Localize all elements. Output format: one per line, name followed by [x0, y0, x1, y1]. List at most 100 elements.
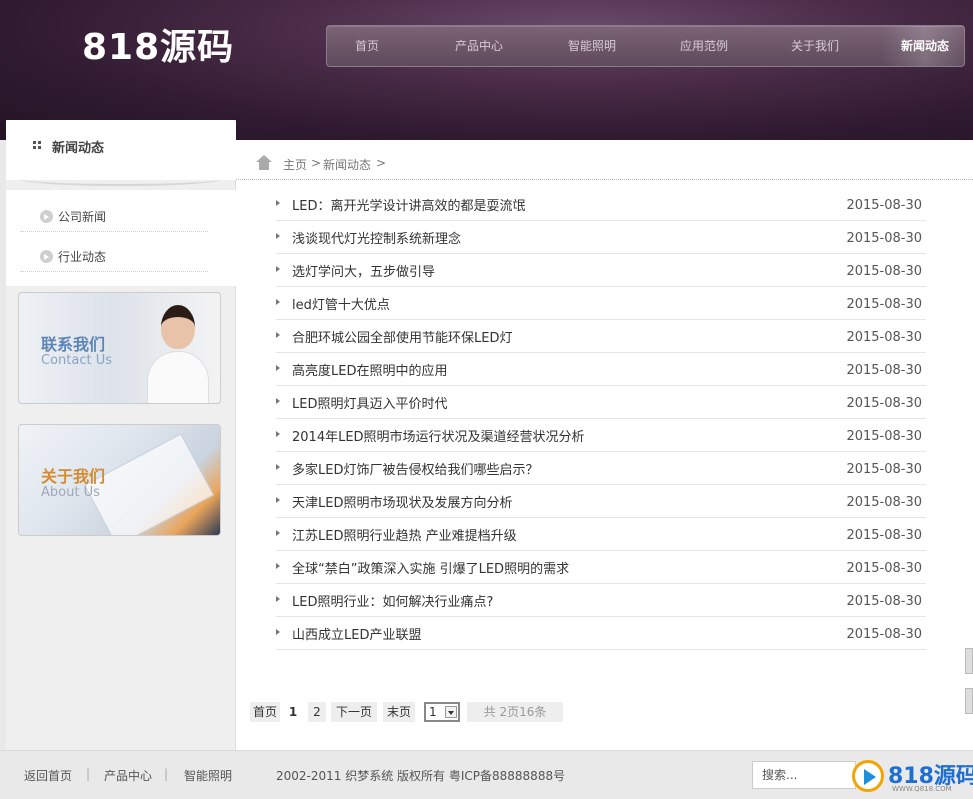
- sidebar-item-industry-news[interactable]: 行业动态: [20, 234, 208, 272]
- arrow-right-icon: [276, 563, 280, 569]
- nav-item-cases[interactable]: 应用范例: [664, 26, 744, 66]
- sidebar-item-label: 公司新闻: [58, 210, 107, 224]
- news-title-link[interactable]: 全球“禁白”政策深入实施 引爆了LED照明的需求: [292, 558, 569, 577]
- list-item: 浅谈现代灯光控制系统新理念 2015-08-30: [276, 221, 926, 254]
- customer-service-image: [147, 301, 209, 403]
- pager-total-pages: 2: [499, 705, 508, 719]
- arrow-right-icon: [276, 299, 280, 305]
- person-head: [161, 305, 195, 349]
- watermark: 818源码 WWW.Q818.COM: [852, 756, 973, 796]
- search-input[interactable]: 搜索...: [752, 761, 856, 789]
- nav-item-news[interactable]: 新闻动态: [882, 26, 968, 66]
- banner-title: 关于我们: [41, 467, 106, 486]
- person-body: [147, 351, 209, 403]
- pager-total-prefix: 共: [483, 705, 496, 719]
- footer-link-smart-lighting[interactable]: 智能照明: [184, 767, 232, 784]
- scroll-up-button[interactable]: [965, 648, 973, 674]
- news-title-link[interactable]: 多家LED灯饰厂被告侵权给我们哪些启示？: [292, 459, 538, 478]
- pager-page-1[interactable]: 1: [284, 702, 302, 722]
- news-title-link[interactable]: LED照明行业：如何解决行业痛点?: [292, 591, 493, 610]
- list-item: led灯管十大优点 2015-08-30: [276, 287, 926, 320]
- contact-us-banner[interactable]: 联系我们 Contact Us: [18, 292, 221, 404]
- footer-link-products[interactable]: 产品中心: [104, 767, 152, 784]
- nav-item-home[interactable]: 首页: [327, 26, 407, 66]
- pager-page-2[interactable]: 2: [308, 702, 326, 722]
- list-item: 江苏LED照明行业趋热 产业难提档升级 2015-08-30: [276, 518, 926, 551]
- news-list: LED：离开光学设计讲高效的都是耍流氓 2015-08-30 浅谈现代灯光控制系统…: [276, 188, 926, 650]
- breadcrumb-separator: >: [311, 156, 322, 170]
- breadcrumb-home[interactable]: 主页: [283, 156, 307, 173]
- pager-total: 共 2页16条: [467, 702, 563, 722]
- news-title-link[interactable]: 江苏LED照明行业趋热 产业难提档升级: [292, 525, 517, 544]
- news-title-link[interactable]: 合肥环城公园全部使用节能环保LED灯: [292, 327, 512, 346]
- sidebar-item-company-news[interactable]: 公司新闻: [20, 194, 208, 232]
- footer-separator: |: [86, 767, 91, 781]
- news-date: 2015-08-30: [846, 627, 922, 642]
- nav-item-smart-lighting[interactable]: 智能照明: [552, 26, 632, 66]
- nav-item-about[interactable]: 关于我们: [775, 26, 855, 66]
- banner-subtitle: Contact Us: [41, 353, 112, 368]
- grid-icon: [33, 141, 41, 149]
- news-title-link[interactable]: 天津LED照明市场现状及发展方向分析: [292, 492, 512, 511]
- breadcrumb-current[interactable]: 新闻动态: [323, 156, 371, 173]
- arrow-right-icon: [276, 200, 280, 206]
- home-icon: [256, 155, 272, 170]
- sidebar-item-label: 行业动态: [58, 250, 107, 264]
- arrow-right-icon: [276, 266, 280, 272]
- arrow-right-icon: [276, 530, 280, 536]
- news-date: 2015-08-30: [846, 297, 922, 312]
- news-title-link[interactable]: 高亮度LED在照明中的应用: [292, 360, 447, 379]
- sidebar: 新闻动态 公司新闻 行业动态 联系我们 Contact Us 关于我们 Abou…: [6, 120, 236, 750]
- news-title-link[interactable]: 浅谈现代灯光控制系统新理念: [292, 228, 461, 247]
- sidebar-header: 新闻动态: [6, 120, 236, 186]
- list-item: 天津LED照明市场现状及发展方向分析 2015-08-30: [276, 485, 926, 518]
- pager-last[interactable]: 末页: [383, 702, 415, 722]
- news-date: 2015-08-30: [846, 462, 922, 477]
- scroll-down-button[interactable]: [965, 688, 973, 714]
- list-item: LED照明灯具迈入平价时代 2015-08-30: [276, 386, 926, 419]
- play-icon: [852, 760, 884, 792]
- header: 818源码 首页 产品中心 智能照明 应用范例 关于我们 新闻动态: [0, 0, 973, 140]
- about-us-banner[interactable]: 关于我们 About Us: [18, 424, 221, 536]
- list-item: 山西成立LED产业联盟 2015-08-30: [276, 617, 926, 650]
- list-item: LED照明行业：如何解决行业痛点? 2015-08-30: [276, 584, 926, 617]
- news-date: 2015-08-30: [846, 594, 922, 609]
- pager-next[interactable]: 下一页: [331, 702, 377, 722]
- news-title-link[interactable]: LED照明灯具迈入平价时代: [292, 393, 447, 412]
- chevron-down-icon: [445, 706, 457, 718]
- arrow-right-icon: [276, 398, 280, 404]
- pager-page-select[interactable]: 1: [424, 702, 460, 722]
- list-item: 2014年LED照明市场运行状况及渠道经营状况分析 2015-08-30: [276, 419, 926, 452]
- pager-first[interactable]: 首页: [250, 702, 280, 722]
- footer-separator: |: [164, 767, 169, 781]
- arrow-right-icon: [276, 365, 280, 371]
- circle-arrow-icon: [40, 210, 53, 223]
- banner-subtitle: About Us: [41, 485, 100, 500]
- news-date: 2015-08-30: [846, 363, 922, 378]
- sidebar-list: 公司新闻 行业动态: [6, 190, 236, 286]
- circle-arrow-icon: [40, 250, 53, 263]
- news-date: 2015-08-30: [846, 495, 922, 510]
- news-title-link[interactable]: led灯管十大优点: [292, 294, 390, 313]
- news-title-link[interactable]: 山西成立LED产业联盟: [292, 624, 421, 643]
- news-date: 2015-08-30: [846, 264, 922, 279]
- arrow-right-icon: [276, 596, 280, 602]
- news-title-link[interactable]: 2014年LED照明市场运行状况及渠道经营状况分析: [292, 426, 585, 445]
- news-date: 2015-08-30: [846, 528, 922, 543]
- site-logo[interactable]: 818源码: [82, 18, 234, 70]
- news-title-link[interactable]: 选灯学问大，五步做引导: [292, 261, 435, 280]
- footer-link-home[interactable]: 返回首页: [24, 767, 72, 784]
- news-title-link[interactable]: LED：离开光学设计讲高效的都是耍流氓: [292, 195, 525, 214]
- watermark-url: WWW.Q818.COM: [892, 785, 952, 793]
- news-date: 2015-08-30: [846, 561, 922, 576]
- sidebar-title: 新闻动态: [52, 141, 105, 156]
- news-date: 2015-08-30: [846, 330, 922, 345]
- news-date: 2015-08-30: [846, 429, 922, 444]
- news-date: 2015-08-30: [846, 198, 922, 213]
- list-item: 高亮度LED在照明中的应用 2015-08-30: [276, 353, 926, 386]
- list-item: 全球“禁白”政策深入实施 引爆了LED照明的需求 2015-08-30: [276, 551, 926, 584]
- nav-item-products[interactable]: 产品中心: [439, 26, 519, 66]
- news-date: 2015-08-30: [846, 396, 922, 411]
- arrow-right-icon: [276, 332, 280, 338]
- copyright-text: 2002-2011 织梦系统 版权所有 粤ICP备88888888号: [276, 769, 566, 783]
